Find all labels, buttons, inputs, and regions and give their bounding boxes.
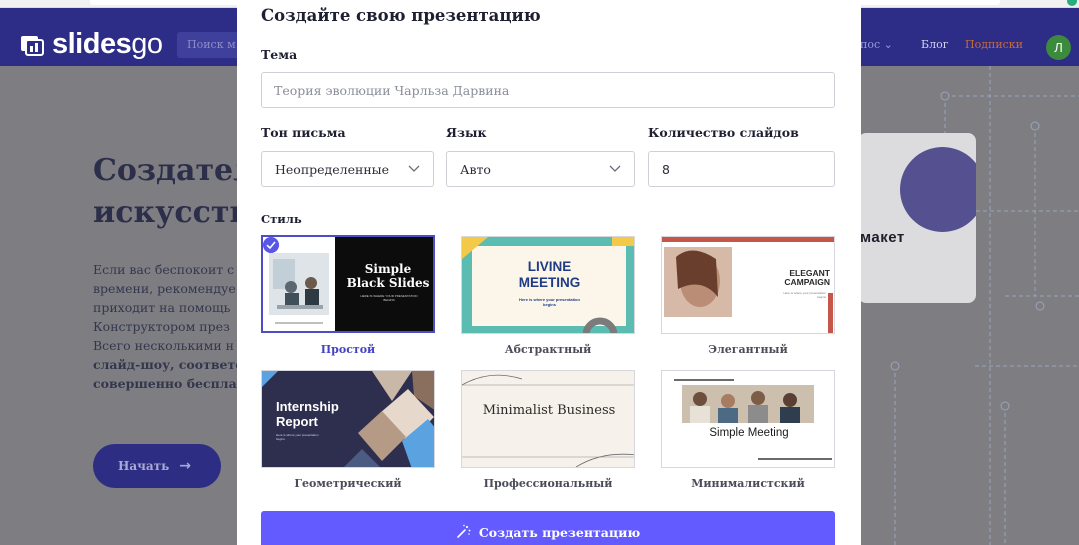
hero-title-line: искусстве — [93, 195, 243, 230]
browser-profile-icon[interactable] — [1067, 0, 1077, 6]
arrow-right-icon: → — [179, 458, 191, 474]
thumb-professional-title: Minimalist Business — [482, 403, 616, 418]
style-caption-simple[interactable]: Простой — [261, 343, 435, 356]
hero-paragraph-line: слайд-шоу, соответс — [93, 357, 243, 372]
create-presentation-label: Создать презентацию — [478, 525, 641, 540]
hero-paragraph-line: Конструктором през — [93, 319, 230, 334]
tone-label: Тон письма — [261, 125, 346, 140]
hero-title: Создатель искусстве — [93, 150, 243, 234]
tone-select[interactable]: Неопределенные — [261, 151, 434, 187]
modal-title: Создайте свою презентацию — [261, 6, 541, 25]
hero-paragraph-line: Всего несколькими н — [93, 338, 234, 353]
logo-icon — [21, 36, 44, 56]
language-select[interactable]: Авто — [446, 151, 635, 187]
card-word: макет — [860, 229, 905, 246]
thumb-professional-art — [462, 371, 634, 467]
avatar[interactable]: Л — [1046, 35, 1071, 60]
style-caption-professional[interactable]: Профессиональный — [461, 477, 635, 490]
hero-paragraph-line: совершенно беспла — [93, 376, 237, 391]
thumb-geometric-subtitle: Here is where your presentation begins — [276, 433, 319, 441]
hero-paragraph: Если вас беспокоит с времени, рекомендуе… — [93, 260, 243, 393]
style-option-professional[interactable]: Minimalist Business — [461, 370, 635, 468]
language-select-value: Авто — [460, 161, 491, 177]
topic-input[interactable] — [261, 72, 835, 108]
style-caption-abstract[interactable]: Абстрактный — [461, 343, 635, 356]
thumb-abstract-subtitle: Here is where your presentation begins — [519, 297, 580, 307]
chevron-down-icon — [609, 165, 621, 172]
thumb-elegant-title: ELEGANT CAMPAIGN — [784, 268, 830, 287]
template-preview-card: макет — [858, 133, 976, 303]
thumb-elegant-subtitle: Here is where your presentation begins — [783, 291, 826, 299]
style-option-simple[interactable]: Simple Black Slides HERE IS WHERE YOUR P… — [261, 235, 435, 333]
hero-title-line: Создатель — [93, 153, 243, 188]
logo-text-suffix: go — [131, 28, 163, 60]
thumb-minimal-title: Simple Meeting — [709, 427, 789, 439]
start-button[interactable]: Начать → — [93, 444, 221, 488]
style-option-minimal[interactable]: Simple Meeting — [661, 370, 835, 468]
topic-label: Тема — [261, 47, 298, 62]
create-presentation-modal: Создайте свою презентацию Тема Тон письм… — [237, 0, 861, 545]
slides-count-label: Количество слайдов — [648, 125, 799, 140]
style-caption-minimal[interactable]: Минималистский — [661, 477, 835, 490]
thumb-geometric-title: Internship Report — [276, 399, 339, 429]
card-circle-decoration — [900, 147, 976, 232]
thumb-minimal-art — [662, 371, 834, 467]
style-option-abstract[interactable]: LIVINE MEETING Here is where your presen… — [461, 236, 635, 334]
nav-dropdown[interactable]: пос ⌄ — [860, 38, 893, 51]
site-logo[interactable]: slidesgo — [20, 28, 163, 61]
slides-count-input[interactable] — [648, 151, 835, 187]
logo-text: slides — [52, 28, 132, 60]
thumb-simple-title: Simple Black Slides — [346, 262, 430, 290]
style-caption-elegant[interactable]: Элегантный — [661, 343, 835, 356]
hero-paragraph-line: приходит на помощь — [93, 300, 231, 315]
hero-paragraph-line: времени, рекомендуе — [93, 281, 236, 296]
thumb-simple-subtitle: HERE IS WHERE YOUR PRESENTATION BEGINS — [360, 294, 418, 302]
language-label: Язык — [446, 125, 487, 140]
check-icon — [263, 237, 279, 253]
magic-wand-icon — [457, 524, 471, 538]
style-label: Стиль — [261, 212, 302, 226]
start-button-label: Начать — [118, 459, 170, 473]
create-presentation-button[interactable]: Создать презентацию — [261, 511, 835, 545]
nav-blog-link[interactable]: Блог — [921, 38, 948, 51]
thumb-abstract-title: LIVINE MEETING — [518, 259, 581, 290]
tone-select-value: Неопределенные — [275, 161, 389, 177]
style-caption-geometric[interactable]: Геометрический — [261, 477, 435, 490]
chevron-down-icon — [408, 165, 420, 172]
style-option-elegant[interactable]: ELEGANT CAMPAIGN Here is where your pres… — [661, 236, 835, 334]
hero-paragraph-line: Если вас беспокоит с — [93, 262, 235, 277]
nav-subscriptions-link[interactable]: Подписки — [965, 38, 1023, 51]
style-option-geometric[interactable]: Internship Report Here is where your pre… — [261, 370, 435, 468]
